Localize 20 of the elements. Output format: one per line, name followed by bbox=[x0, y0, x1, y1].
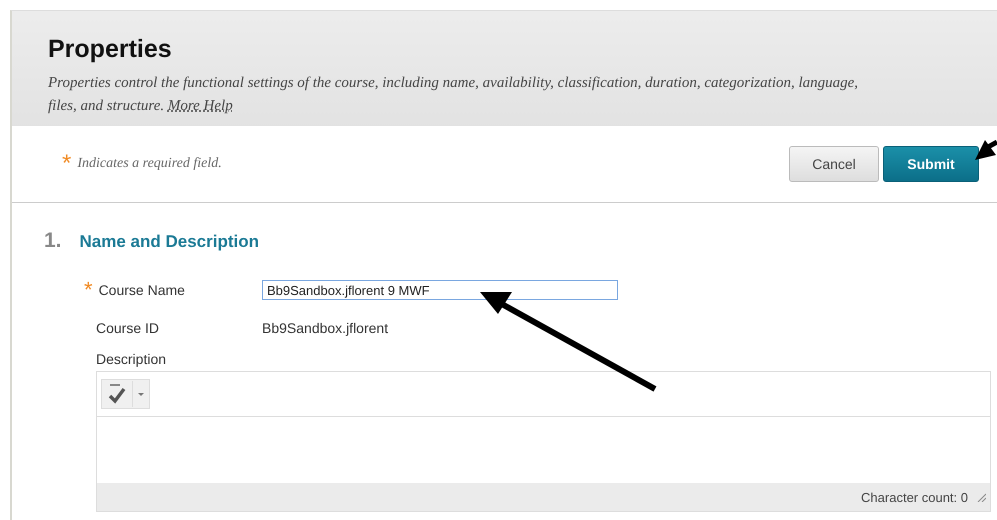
description-editor[interactable]: Character count: 0 bbox=[96, 371, 991, 512]
submit-button[interactable]: Submit bbox=[883, 146, 979, 182]
character-count: Character count: 0 bbox=[861, 490, 968, 504]
annotation-arrow bbox=[975, 140, 997, 160]
more-help-link[interactable]: More Help bbox=[168, 98, 233, 114]
field-label: Description bbox=[95, 350, 168, 369]
cancel-button[interactable]: Cancel bbox=[789, 146, 879, 182]
resize-handle-icon[interactable] bbox=[976, 492, 986, 502]
field-label: Course Name bbox=[98, 282, 185, 298]
course-name-field[interactable]: Bb9Sandbox.jflorent 9 MWF bbox=[262, 280, 618, 300]
field-value: Bb9Sandbox.jflorent bbox=[262, 320, 388, 336]
page-title: Properties bbox=[48, 35, 173, 64]
section-number: 1. bbox=[44, 229, 62, 253]
section-title: Name and Description bbox=[80, 232, 260, 252]
required-note: Indicates a required field. bbox=[77, 156, 222, 172]
field-label: Course ID bbox=[96, 320, 160, 336]
spellcheck-button[interactable] bbox=[101, 379, 150, 409]
page-description: Properties control the functional settings of the course, including name, availability, classification, duration, categorization, language, files, and structure. More Help bbox=[48, 74, 860, 116]
required-marker: * bbox=[62, 152, 72, 176]
required-marker: * bbox=[84, 279, 93, 301]
